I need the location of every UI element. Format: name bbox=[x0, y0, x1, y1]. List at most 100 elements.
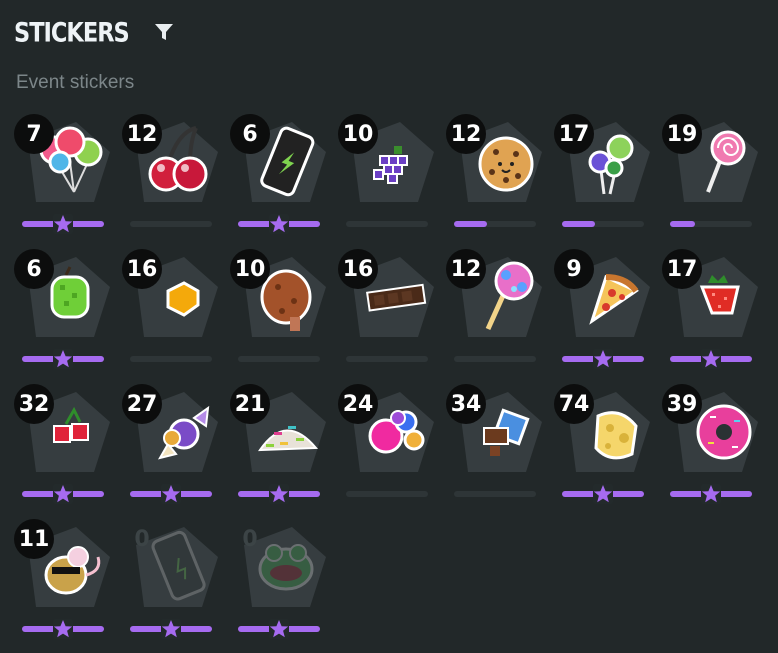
sticker-cookie[interactable]: 12 bbox=[446, 114, 546, 242]
progress-track bbox=[454, 356, 536, 362]
sticker-progress bbox=[130, 351, 212, 367]
sticker-progress bbox=[22, 484, 104, 504]
star-icon bbox=[269, 619, 289, 639]
star-icon bbox=[53, 214, 73, 234]
star-icon bbox=[53, 349, 73, 369]
sticker-progress bbox=[238, 619, 320, 639]
filter-icon[interactable] bbox=[151, 19, 177, 45]
sticker-phone-locked[interactable]: 0 bbox=[122, 519, 222, 647]
sticker-count: 6 bbox=[230, 114, 270, 154]
sticker-progress bbox=[346, 216, 428, 232]
sticker-progress bbox=[670, 216, 752, 232]
star-icon bbox=[701, 484, 721, 504]
sticker-cherries[interactable]: 12 bbox=[122, 114, 222, 242]
sticker-count: 9 bbox=[554, 249, 594, 289]
star-icon bbox=[701, 349, 721, 369]
star-icon bbox=[161, 619, 181, 639]
sticker-count: 74 bbox=[554, 384, 594, 424]
sticker-progress bbox=[454, 216, 536, 232]
progress-track bbox=[346, 221, 428, 227]
sticker-lollipop[interactable]: 19 bbox=[662, 114, 762, 242]
sticker-progress bbox=[454, 486, 536, 502]
section-label: Event stickers bbox=[16, 72, 135, 93]
sticker-swirl-lollipop[interactable]: 12 bbox=[446, 249, 546, 377]
progress-track bbox=[130, 221, 212, 227]
sticker-count: 19 bbox=[662, 114, 702, 154]
sticker-chocolate-bar[interactable]: 16 bbox=[338, 249, 438, 377]
sticker-progress bbox=[22, 214, 104, 234]
sticker-progress bbox=[238, 351, 320, 367]
progress-fill bbox=[454, 221, 487, 227]
sticker-count: 12 bbox=[122, 114, 162, 154]
sticker-count: 17 bbox=[554, 114, 594, 154]
progress-track bbox=[130, 356, 212, 362]
progress-track bbox=[454, 491, 536, 497]
page-title: STICKERS bbox=[14, 16, 130, 48]
sticker-donut[interactable]: 39 bbox=[662, 384, 762, 512]
sticker-progress bbox=[454, 351, 536, 367]
sticker-count: 6 bbox=[14, 249, 54, 289]
sticker-grapes[interactable]: 10 bbox=[338, 114, 438, 242]
sticker-pixel-cherries[interactable]: 32 bbox=[14, 384, 114, 512]
sticker-progress bbox=[562, 484, 644, 504]
sticker-count: 7 bbox=[14, 114, 54, 154]
star-icon bbox=[161, 484, 181, 504]
sticker-count: 10 bbox=[230, 249, 270, 289]
header: STICKERS bbox=[14, 16, 177, 48]
sticker-count: 16 bbox=[122, 249, 162, 289]
sticker-count: 24 bbox=[338, 384, 378, 424]
sticker-progress bbox=[346, 351, 428, 367]
star-icon bbox=[593, 484, 613, 504]
progress-track bbox=[346, 356, 428, 362]
sticker-rat-with-sunglasses[interactable]: 11 bbox=[14, 519, 114, 647]
sticker-flower-pops[interactable]: 17 bbox=[554, 114, 654, 242]
sticker-frog-locked[interactable]: 0 bbox=[230, 519, 330, 647]
sticker-count: 27 bbox=[122, 384, 162, 424]
sticker-progress bbox=[130, 216, 212, 232]
sticker-orange-candy[interactable]: 16 bbox=[122, 249, 222, 377]
sticker-cheese[interactable]: 74 bbox=[554, 384, 654, 512]
sticker-green-apple[interactable]: 6 bbox=[14, 249, 114, 377]
progress-fill bbox=[562, 221, 595, 227]
sticker-count: 34 bbox=[446, 384, 486, 424]
sticker-progress bbox=[346, 486, 428, 502]
sticker-progress bbox=[562, 216, 644, 232]
sticker-count: 0 bbox=[242, 526, 258, 552]
star-icon bbox=[269, 214, 289, 234]
sticker-wrapped-candy[interactable]: 27 bbox=[122, 384, 222, 512]
sticker-progress bbox=[130, 619, 212, 639]
sticker-progress bbox=[670, 484, 752, 504]
sticker-progress bbox=[238, 484, 320, 504]
sticker-count: 21 bbox=[230, 384, 270, 424]
sticker-progress bbox=[238, 214, 320, 234]
sticker-chicken-leg[interactable]: 10 bbox=[230, 249, 330, 377]
sticker-count: 11 bbox=[14, 519, 54, 559]
sticker-balloons[interactable]: 7 bbox=[14, 114, 114, 242]
sticker-count: 32 bbox=[14, 384, 54, 424]
sticker-phone[interactable]: 6 bbox=[230, 114, 330, 242]
star-icon bbox=[269, 484, 289, 504]
star-icon bbox=[53, 619, 73, 639]
progress-track bbox=[346, 491, 428, 497]
sticker-progress bbox=[22, 349, 104, 369]
sticker-count: 12 bbox=[446, 114, 486, 154]
sticker-count: 39 bbox=[662, 384, 702, 424]
sticker-progress bbox=[670, 349, 752, 369]
progress-fill bbox=[670, 221, 695, 227]
sticker-count: 12 bbox=[446, 249, 486, 289]
sticker-count: 0 bbox=[134, 526, 150, 552]
sticker-sprinkle-pile[interactable]: 21 bbox=[230, 384, 330, 512]
star-icon bbox=[593, 349, 613, 369]
star-icon bbox=[53, 484, 73, 504]
sticker-gumballs[interactable]: 24 bbox=[338, 384, 438, 512]
sticker-chocolate-pieces[interactable]: 34 bbox=[446, 384, 546, 512]
sticker-count: 16 bbox=[338, 249, 378, 289]
sticker-strawberry[interactable]: 17 bbox=[662, 249, 762, 377]
sticker-progress bbox=[22, 619, 104, 639]
sticker-progress bbox=[562, 349, 644, 369]
sticker-count: 17 bbox=[662, 249, 702, 289]
sticker-count: 10 bbox=[338, 114, 378, 154]
sticker-pizza-slice[interactable]: 9 bbox=[554, 249, 654, 377]
progress-track bbox=[238, 356, 320, 362]
sticker-progress bbox=[130, 484, 212, 504]
